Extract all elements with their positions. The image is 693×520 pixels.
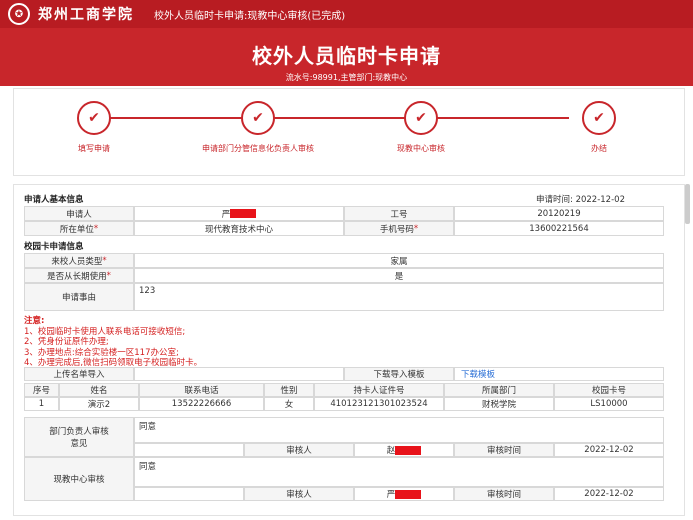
table-header: 校园卡号 bbox=[554, 383, 664, 397]
step-label: 填写申请 bbox=[78, 144, 110, 153]
table-header: 所属部门 bbox=[444, 383, 554, 397]
phone-label: 手机号码 * bbox=[344, 221, 454, 236]
long-term-label: 是否从长期使用 * bbox=[24, 268, 134, 283]
center-reviewer-value: 严 bbox=[354, 487, 454, 501]
unit-value: 现代教育技术中心 bbox=[134, 221, 344, 236]
apply-time: 申请时间: 2022-12-02 bbox=[536, 193, 625, 205]
table-header: 性别 bbox=[264, 383, 314, 397]
section-basic-info: 申请人基本信息 bbox=[24, 195, 84, 205]
applicant-value: 严 bbox=[134, 206, 344, 221]
table-cell: 女 bbox=[264, 397, 314, 411]
notice-item: 3、办理地点:综合实验楼一区117办公室; bbox=[24, 347, 179, 358]
long-term-value: 是 bbox=[134, 268, 664, 283]
blank-cell bbox=[134, 443, 244, 457]
banner: 校外人员临时卡申请 流水号:98991,主管部门:现教中心 bbox=[0, 28, 693, 86]
reason-value: 123 bbox=[134, 283, 664, 311]
notice-box: 注意: 1、校园临时卡使用人联系电话可接收短信; 2、凭身份证原件办理; 3、办… bbox=[24, 316, 202, 369]
download-template-link[interactable]: 下载模板 bbox=[461, 368, 495, 380]
visitor-type-label: 来校人员类型 * bbox=[24, 253, 134, 268]
step-2: ✔ 申请部门分管信息化负责人审核 bbox=[186, 101, 330, 154]
phone-value: 13600221564 bbox=[454, 221, 664, 236]
table-cell: 13522226666 bbox=[139, 397, 264, 411]
center-review-time-label: 审核时间 bbox=[454, 487, 554, 501]
redaction-mark bbox=[395, 489, 422, 499]
download-template-label: 下载导入模板 bbox=[344, 367, 454, 381]
school-name: 郑州工商学院 bbox=[38, 7, 134, 23]
table-cell: 演示2 bbox=[59, 397, 139, 411]
dept-review-time-value: 2022-12-02 bbox=[554, 443, 664, 457]
emp-no-value: 20120219 bbox=[454, 206, 664, 221]
apply-time-label: 申请时间: bbox=[536, 195, 573, 205]
notice-item: 2、凭身份证原件办理; bbox=[24, 337, 109, 347]
step-1: ✔ 填写申请 bbox=[34, 101, 154, 154]
notice-item: 1、校园临时卡使用人联系电话可接收短信; bbox=[24, 326, 186, 337]
reason-label: 申请事由 bbox=[24, 283, 134, 311]
center-review-time-value: 2022-12-02 bbox=[554, 487, 664, 501]
dept-review-time-label: 审核时间 bbox=[454, 443, 554, 457]
table-header: 姓名 bbox=[59, 383, 139, 397]
redaction-mark bbox=[395, 445, 422, 455]
scrollbar-thumb[interactable] bbox=[685, 184, 690, 224]
table-cell: 1 bbox=[24, 397, 59, 411]
applicant-label: 申请人 bbox=[24, 206, 134, 221]
check-icon: ✔ bbox=[582, 101, 616, 135]
check-icon: ✔ bbox=[241, 101, 275, 135]
table-header: 联系电话 bbox=[139, 383, 264, 397]
visitor-type-value: 家属 bbox=[134, 253, 664, 268]
workflow-steps: ✔ 填写申请 ✔ 申请部门分管信息化负责人审核 ✔ 现教中心审核 ✔ 办结 bbox=[13, 88, 685, 176]
dept-review-opinion: 同意 bbox=[134, 417, 664, 443]
school-seal-icon: ✪ bbox=[8, 3, 30, 25]
application-form: 申请人基本信息 申请时间: 2022-12-02 申请人 严 工号 201202… bbox=[13, 184, 685, 516]
page-title: 校外人员临时卡申请:现教中心审核(已完成) bbox=[154, 10, 346, 22]
table-cell: LS10000 bbox=[554, 397, 664, 411]
check-icon: ✔ bbox=[404, 101, 438, 135]
blank-cell bbox=[134, 487, 244, 501]
upload-list-label: 上传名单导入 bbox=[24, 367, 134, 381]
section-card-info: 校园卡申请信息 bbox=[24, 242, 84, 252]
step-label: 申请部门分管信息化负责人审核 bbox=[202, 144, 314, 153]
table-cell: 410123121301023524 bbox=[314, 397, 444, 411]
dept-reviewer-value: 赵 bbox=[354, 443, 454, 457]
upload-list-input[interactable] bbox=[134, 367, 344, 381]
redaction-mark bbox=[230, 209, 257, 218]
step-3: ✔ 现教中心审核 bbox=[361, 101, 481, 154]
download-template-cell: 下载模板 bbox=[454, 367, 664, 381]
check-icon: ✔ bbox=[77, 101, 111, 135]
unit-label: 所在单位 * bbox=[24, 221, 134, 236]
serial-info: 流水号:98991,主管部门:现教中心 bbox=[285, 73, 408, 82]
step-label: 现教中心审核 bbox=[397, 144, 445, 153]
table-header: 序号 bbox=[24, 383, 59, 397]
center-reviewer-label: 审核人 bbox=[244, 487, 354, 501]
form-title: 校外人员临时卡申请 bbox=[252, 44, 441, 68]
step-label: 办结 bbox=[591, 144, 607, 153]
top-bar: ✪ 郑州工商学院 校外人员临时卡申请:现教中心审核(已完成) bbox=[0, 0, 693, 28]
table-cell: 财税学院 bbox=[444, 397, 554, 411]
steps-connector bbox=[94, 117, 569, 119]
table-header: 持卡人证件号 bbox=[314, 383, 444, 397]
center-review-opinion: 同意 bbox=[134, 457, 664, 487]
emp-no-label: 工号 bbox=[344, 206, 454, 221]
notice-title: 注意: bbox=[24, 316, 45, 326]
step-4: ✔ 办结 bbox=[539, 101, 659, 154]
apply-time-value: 2022-12-02 bbox=[575, 195, 625, 205]
dept-review-label: 部门负责人审核意见 bbox=[24, 417, 134, 457]
center-review-label: 现教中心审核 bbox=[24, 457, 134, 501]
dept-reviewer-label: 审核人 bbox=[244, 443, 354, 457]
